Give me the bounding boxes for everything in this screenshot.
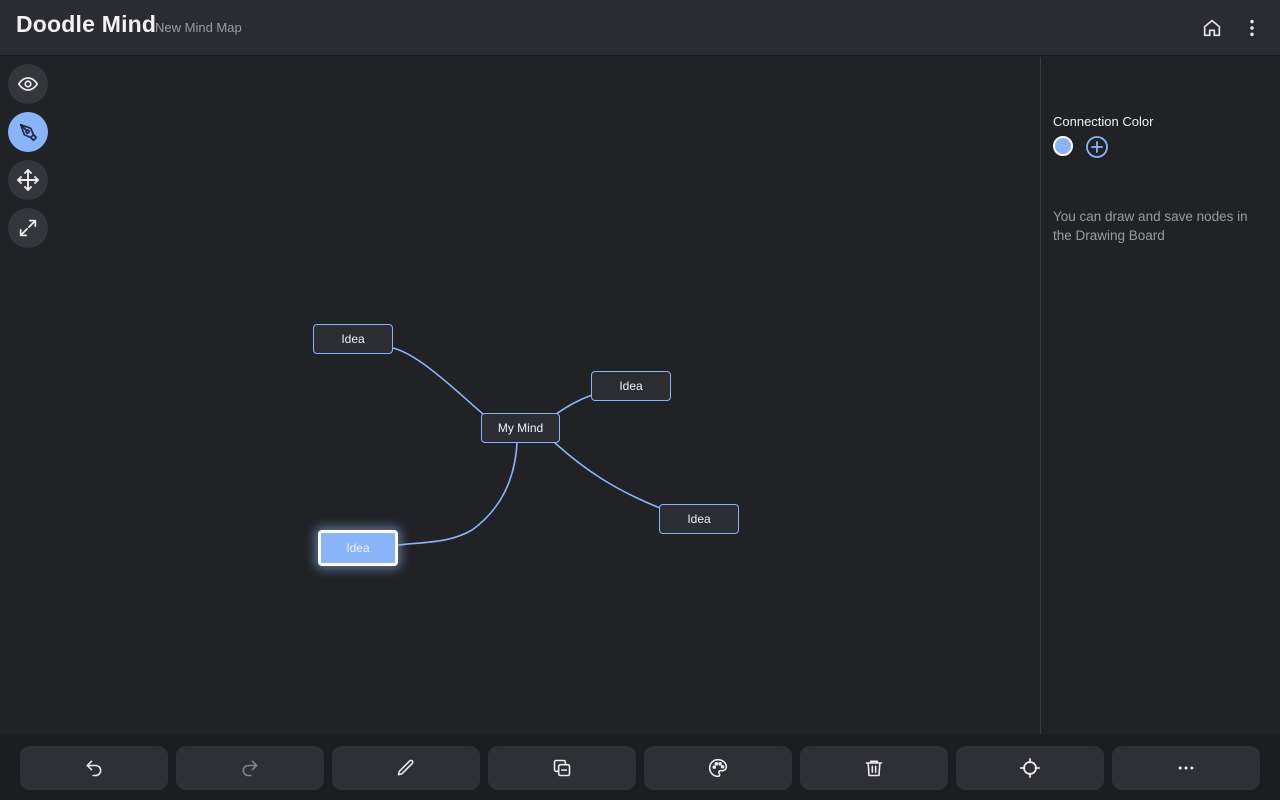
draw-mode-button[interactable] (8, 112, 48, 152)
more-actions-button[interactable] (1112, 746, 1260, 790)
mind-node[interactable]: Idea (591, 371, 671, 401)
properties-panel: Connection Color You can draw and save n… (1040, 57, 1280, 734)
edit-node-button[interactable] (332, 746, 480, 790)
undo-button[interactable] (20, 746, 168, 790)
redo-icon (242, 760, 258, 777)
duplicate-node-button[interactable] (488, 746, 636, 790)
view-mode-button[interactable] (8, 64, 48, 104)
selected-mind-node[interactable]: Idea (318, 530, 398, 566)
connection-color-label: Connection Color (1053, 114, 1154, 129)
add-color-button[interactable] (1085, 135, 1109, 159)
palette-icon (708, 758, 728, 778)
redo-button[interactable] (176, 746, 324, 790)
move-arrows-icon (17, 169, 39, 191)
crosshair-icon (1019, 757, 1041, 779)
add-circle-icon (1086, 136, 1108, 158)
top-app-bar: Doodle Mind New Mind Map (0, 0, 1280, 56)
node-color-button[interactable] (644, 746, 792, 790)
mind-node[interactable]: Idea (313, 324, 393, 354)
app-title: Doodle Mind (16, 11, 157, 37)
fit-view-button[interactable] (8, 208, 48, 248)
eye-icon (17, 77, 39, 91)
more-horizontal-icon (1178, 766, 1194, 770)
mind-node[interactable]: Idea (659, 504, 739, 534)
home-button[interactable] (1196, 12, 1228, 44)
overflow-menu-button[interactable] (1236, 12, 1268, 44)
map-name[interactable]: New Mind Map (155, 20, 242, 35)
root-node[interactable]: My Mind (481, 413, 560, 443)
expand-icon (19, 219, 37, 237)
connection-color-swatch[interactable] (1053, 136, 1073, 156)
more-vertical-icon (1250, 19, 1254, 37)
pen-tool-icon (19, 123, 38, 142)
tool-rail (8, 64, 48, 256)
pencil-icon (397, 759, 414, 776)
copy-icon (553, 759, 571, 777)
drawing-board-hint: You can draw and save nodes in the Drawi… (1053, 209, 1248, 243)
bottom-action-bar (0, 734, 1280, 800)
center-view-button[interactable] (956, 746, 1104, 790)
mind-map-canvas[interactable] (56, 57, 1040, 734)
home-icon (1203, 19, 1221, 37)
trash-icon (865, 760, 883, 777)
delete-node-button[interactable] (800, 746, 948, 790)
undo-icon (86, 760, 102, 777)
move-mode-button[interactable] (8, 160, 48, 200)
